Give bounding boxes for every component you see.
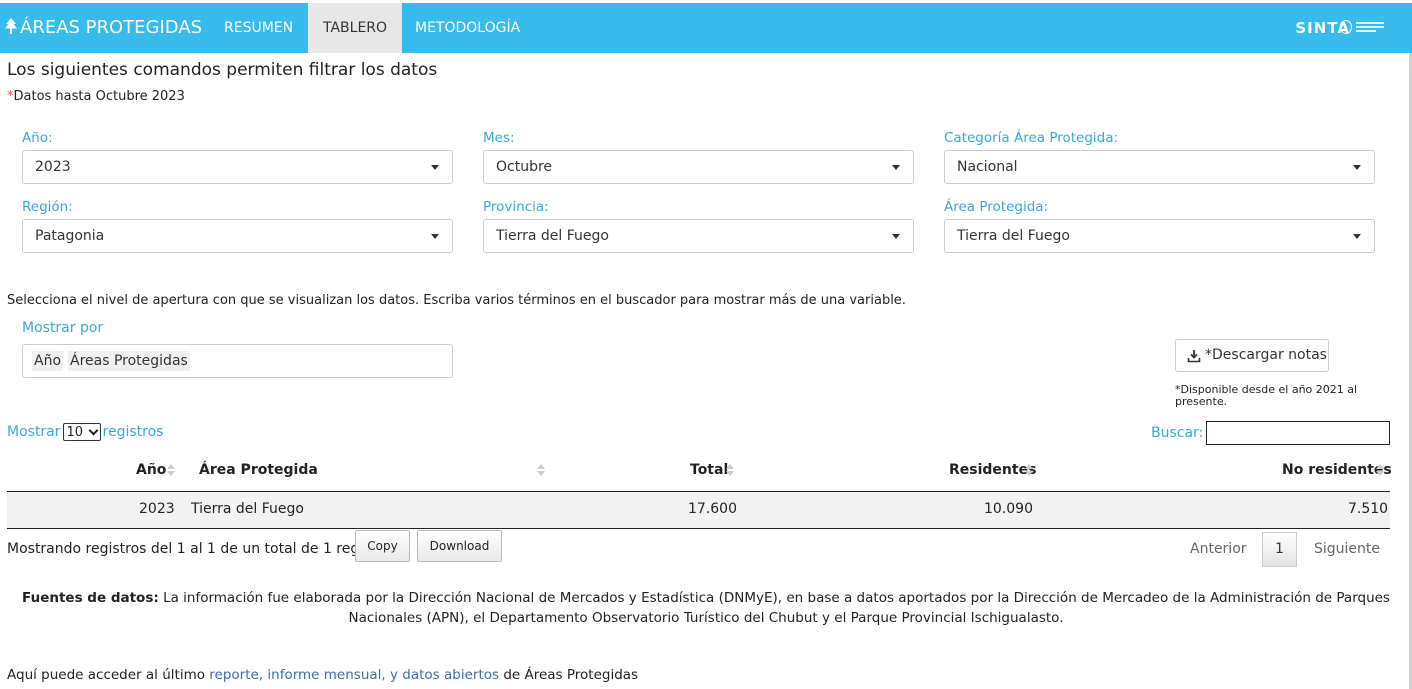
top-navbar: ÁREAS PROTEGIDAS RESUMEN TABLERO METODOL… [0,3,1412,53]
chevron-down-icon [88,425,98,436]
caret-down-icon [1353,165,1361,170]
year-label: Año: [22,130,53,146]
copy-button[interactable]: Copy [355,530,410,562]
sort-icon[interactable] [537,463,545,477]
data-date-note: *Datos hasta Octubre 2023 [7,89,185,104]
tree-icon [4,3,18,53]
nav-metodologia[interactable]: METODOLOGÍA [400,3,535,53]
month-select[interactable]: Octubre [483,150,914,184]
page-length-select[interactable]: 10 [62,423,101,441]
province-select[interactable]: Tierra del Fuego [483,219,914,253]
category-value: Nacional [957,159,1018,175]
data-date-text: Datos hasta Octubre 2023 [13,89,185,104]
category-label: Categoría Área Protegida: [944,130,1119,146]
caret-down-icon [892,234,900,239]
month-value: Octubre [496,159,553,175]
instructions-text: Selecciona el nivel de apertura con que … [7,293,906,308]
province-value: Tierra del Fuego [496,228,609,244]
download-notes-button[interactable]: *Descargar notas [1175,339,1329,372]
sort-icon[interactable] [167,463,175,477]
footer-suffix: de Áreas Protegidas [499,667,639,683]
footer-access-text: Aquí puede acceder al último reporte, in… [7,667,638,683]
month-label: Mes: [483,130,515,146]
region-label: Región: [22,199,73,215]
tag-year[interactable]: Año [32,351,64,371]
sources-text: La información fue elaborada por la Dire… [163,590,1390,626]
pagination-previous[interactable]: Anterior [1190,541,1247,557]
open-data-link[interactable]: reporte, informe mensual, y datos abiert… [209,667,499,683]
download-icon [1187,349,1201,363]
sort-icon[interactable] [1376,463,1384,477]
caret-down-icon [1353,234,1361,239]
region-select[interactable]: Patagonia [22,219,453,253]
category-select[interactable]: Nacional [944,150,1375,184]
caret-down-icon [892,165,900,170]
cell-year: 2023 [139,501,175,517]
nav-resumen[interactable]: RESUMEN [209,3,308,53]
sort-icon[interactable] [1025,463,1033,477]
tag-areas-protegidas[interactable]: Áreas Protegidas [68,351,190,371]
province-label: Provincia: [483,199,549,215]
download-notes-label: *Descargar notas [1205,347,1327,363]
col-header-year[interactable]: Año [136,462,166,478]
nav-tablero[interactable]: TABLERO [308,3,403,53]
caret-down-icon [431,234,439,239]
year-value: 2023 [35,159,71,175]
download-button[interactable]: Download [417,530,502,562]
mostrar-por-tag-input[interactable]: Año Áreas Protegidas [22,344,453,378]
caret-down-icon [431,165,439,170]
col-header-residents[interactable]: Residentes [949,462,1036,478]
cell-residents: 10.090 [984,501,1033,517]
show-prefix: Mostrar [7,424,61,440]
cell-non-residents: 7.510 [1348,501,1389,517]
search-label: Buscar: [1151,425,1204,441]
cell-area: Tierra del Fuego [191,501,304,517]
col-header-area[interactable]: Área Protegida [199,462,318,478]
pagination-next[interactable]: Siguiente [1314,541,1380,557]
area-select[interactable]: Tierra del Fuego [944,219,1375,253]
download-notes-availability: *Disponible desde el año 2021 al present… [1175,383,1358,408]
data-sources: Fuentes de datos: La información fue ela… [20,588,1392,628]
ministry-logo-icon [1340,20,1384,36]
brand-title: ÁREAS PROTEGIDAS [20,17,203,38]
year-select[interactable]: 2023 [22,150,453,184]
brand[interactable]: ÁREAS PROTEGIDAS [4,3,202,53]
page-length-value: 10 [66,425,84,440]
region-value: Patagonia [35,228,105,244]
page-length-control: Mostrar 10 registros [7,423,163,441]
sort-icon[interactable] [726,463,734,477]
sources-label: Fuentes de datos: [22,590,159,606]
footer-prefix: Aquí puede acceder al último [7,667,210,683]
search-input[interactable] [1206,421,1390,445]
cell-total: 17.600 [688,501,737,517]
page-title: Los siguientes comandos permiten filtrar… [7,60,438,80]
table-info: Mostrando registros del 1 al 1 de un tot… [7,541,398,557]
pagination-page-1[interactable]: 1 [1262,532,1297,567]
mostrar-por-label: Mostrar por [22,320,104,336]
table-bottom-divider [7,528,1390,529]
area-label: Área Protegida: [944,199,1049,215]
col-header-total[interactable]: Total [690,462,728,478]
show-suffix: registros [102,424,164,440]
area-value: Tierra del Fuego [957,228,1070,244]
